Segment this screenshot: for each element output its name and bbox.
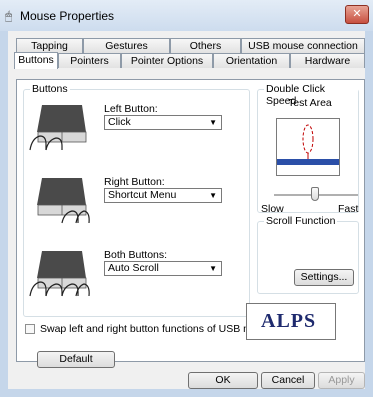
double-click-speed-group: Double Click Speed Test Area Slow Fast [257, 83, 359, 215]
tab-tapping[interactable]: Tapping [16, 38, 83, 53]
slow-label: Slow [261, 203, 284, 215]
both-buttons-select-value: Auto Scroll [108, 262, 159, 274]
scroll-function-title: Scroll Function [264, 215, 338, 227]
right-button-select-value: Shortcut Menu [108, 189, 177, 201]
dialog-body: Tapping Gestures Others USB mouse connec… [8, 31, 365, 389]
tab-others[interactable]: Others [170, 38, 241, 53]
tab-gestures[interactable]: Gestures [83, 38, 170, 53]
touchpad-both-buttons-icon [29, 251, 90, 297]
buttons-group: Buttons Left Button: Click ▼ Right Butto… [23, 83, 250, 317]
left-button-select-value: Click [108, 116, 131, 128]
left-button-select[interactable]: Click ▼ [104, 115, 222, 130]
right-button-select[interactable]: Shortcut Menu ▼ [104, 188, 222, 203]
chevron-down-icon: ▼ [209, 264, 217, 273]
tab-buttons[interactable]: Buttons [14, 52, 58, 69]
tab-orientation[interactable]: Orientation [213, 53, 290, 68]
apply-button[interactable]: Apply [318, 372, 365, 389]
scroll-function-group: Scroll Function Settings... [257, 215, 359, 294]
tab-row-back: Tapping Gestures Others USB mouse connec… [8, 38, 365, 53]
fast-label: Fast [338, 203, 359, 215]
title-bar: 🖱 Mouse Properties ✕ [0, 0, 373, 31]
mouse-app-icon: 🖱 [5, 9, 13, 23]
chevron-down-icon: ▼ [209, 118, 217, 127]
close-button[interactable]: ✕ [345, 5, 369, 24]
cancel-button[interactable]: Cancel [261, 372, 315, 389]
alps-logo-text: ALPS [261, 310, 317, 332]
default-button[interactable]: Default [37, 351, 115, 368]
ok-button[interactable]: OK [188, 372, 258, 389]
chevron-down-icon: ▼ [209, 191, 217, 200]
tab-usb-mouse-connection[interactable]: USB mouse connection [241, 38, 365, 53]
swap-buttons-label: Swap left and right button functions of … [40, 323, 275, 335]
both-buttons-select[interactable]: Auto Scroll ▼ [104, 261, 222, 276]
window-title: Mouse Properties [20, 9, 115, 23]
settings-button[interactable]: Settings... [294, 269, 354, 286]
tab-row-front: Buttons Pointers Pointer Options Orienta… [8, 52, 365, 69]
double-click-speed-slider[interactable] [311, 187, 319, 201]
tab-hardware[interactable]: Hardware [290, 53, 365, 68]
tab-pointers[interactable]: Pointers [58, 53, 121, 68]
test-area-graphic [277, 124, 339, 165]
touchpad-left-button-icon [29, 105, 87, 151]
right-button-label: Right Button: [104, 176, 165, 188]
buttons-group-title: Buttons [30, 83, 70, 95]
swap-buttons-checkbox[interactable] [25, 324, 35, 334]
touchpad-right-button-icon [37, 178, 90, 224]
test-area-label: Test Area [288, 97, 332, 109]
left-button-label: Left Button: [104, 103, 158, 115]
tab-pointer-options[interactable]: Pointer Options [121, 53, 213, 68]
alps-logo: ALPS [246, 303, 336, 340]
both-buttons-label: Both Buttons: [104, 249, 168, 261]
double-click-test-area[interactable] [276, 118, 340, 176]
